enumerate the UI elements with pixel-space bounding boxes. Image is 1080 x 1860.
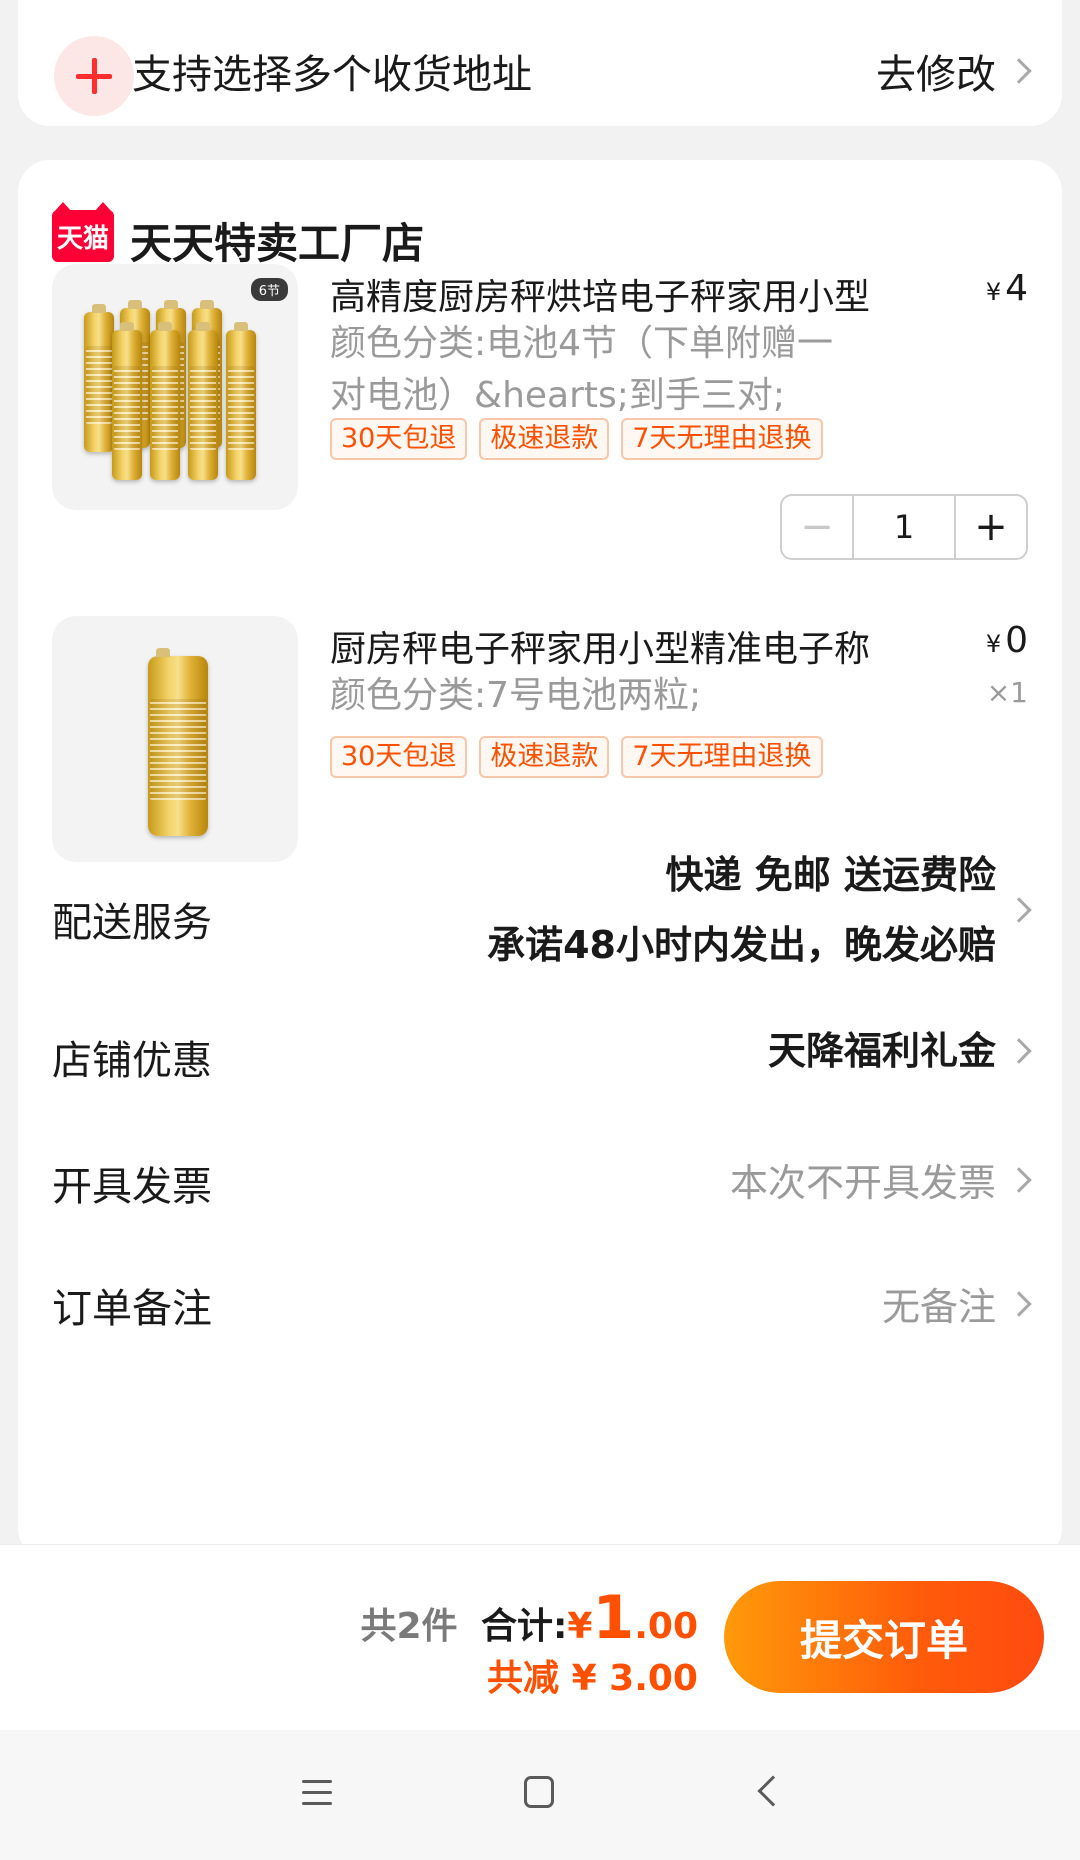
badge-fast-refund: 极速退款 (479, 736, 610, 778)
total-integer: 1 (592, 1583, 635, 1653)
order-summary-bar: 共2件 合计:¥1.00 共减 ¥ 3.00 提交订单 (0, 1544, 1080, 1730)
menu-icon[interactable] (302, 1780, 332, 1806)
product-image-2[interactable] (52, 616, 298, 862)
increase-quantity-button[interactable]: + (954, 496, 1026, 558)
pack-count-tag: 6节 (250, 278, 288, 301)
product-spec-2[interactable]: 颜色分类:7号电池两粒; (330, 670, 850, 722)
home-square-icon[interactable] (524, 1776, 554, 1808)
price-value: 0 (1005, 620, 1028, 661)
edit-address-link[interactable]: 去修改 (876, 42, 1032, 100)
delivery-promise: 承诺48小时内发出，晚发必赔 (487, 923, 996, 967)
back-arrow-icon[interactable] (757, 1775, 789, 1807)
badge-fast-refund: 极速退款 (479, 418, 610, 460)
delivery-options: 快递 免邮 送运费险 (665, 853, 996, 897)
badge-7-day-return: 7天无理由退换 (621, 418, 823, 460)
quantity-value[interactable]: 1 (854, 496, 954, 558)
product-price-1: ¥4 (986, 268, 1028, 309)
submit-order-button[interactable]: 提交订单 (724, 1581, 1044, 1693)
product-price-2: ¥0 (986, 620, 1028, 661)
tmall-logo: 天猫 (52, 202, 114, 262)
currency-symbol: ¥ (985, 630, 1002, 658)
total-label: 合计: (481, 1606, 568, 1647)
currency-symbol: ¥ (985, 278, 1002, 306)
service-badges-2: 30天包退 极速退款 7天无理由退换 (330, 736, 823, 778)
multi-address-text: 支持选择多个收货地址 (132, 52, 532, 98)
order-remark-label: 订单备注 (52, 1286, 212, 1332)
battery-graphic (150, 322, 180, 480)
total-decimal: .00 (634, 1606, 698, 1647)
shop-discount-value: 天降福利礼金 (767, 1029, 996, 1073)
chevron-right-icon (1006, 1038, 1032, 1064)
badge-30-day-return: 30天包退 (330, 418, 468, 460)
total-line: 共2件 合计:¥1.00 (360, 1583, 698, 1653)
item-count: 共2件 (360, 1606, 458, 1647)
edit-address-label: 去修改 (876, 52, 996, 98)
order-remark-row[interactable]: 无备注 (881, 1276, 1032, 1331)
invoice-row[interactable]: 本次不开具发票 (729, 1152, 1032, 1207)
product-quantity-2: ×1 (986, 676, 1028, 709)
system-navigation-bar (0, 1730, 1080, 1860)
service-badges-1: 30天包退 极速退款 7天无理由退换 (330, 418, 823, 460)
product-title-1[interactable]: 高精度厨房秤烘培电子秤家用小型 (330, 268, 870, 320)
badge-30-day-return: 30天包退 (330, 736, 468, 778)
chevron-right-icon (1006, 58, 1032, 84)
total-currency: ¥ (567, 1606, 593, 1647)
delivery-row[interactable]: 快递 免邮 送运费险 承诺48小时内发出，晚发必赔 (487, 840, 1032, 980)
battery-graphic (188, 322, 218, 480)
order-remark-value: 无备注 (881, 1285, 996, 1329)
total-amount: ¥1.00 (567, 1583, 698, 1653)
battery-graphic (112, 322, 142, 480)
battery-graphic (226, 322, 256, 480)
chevron-right-icon (1006, 897, 1032, 923)
battery-graphic (84, 304, 114, 452)
price-value: 4 (1005, 268, 1028, 309)
delivery-label: 配送服务 (52, 900, 212, 946)
shop-card: 天猫 天天特卖工厂店 6节 高精度厨房秤烘培电子秤家用小型 ¥4 颜色分类:电池… (18, 160, 1062, 1560)
decrease-quantity-button[interactable]: − (782, 496, 854, 558)
chevron-right-icon (1006, 1166, 1032, 1193)
battery-graphic (148, 648, 208, 836)
product-title-2[interactable]: 厨房秤电子秤家用小型精准电子称 (330, 620, 870, 672)
shop-discount-row[interactable]: 天降福利礼金 (767, 1016, 1032, 1086)
product-spec-1[interactable]: 颜色分类:电池4节（下单附赠一对电池）&hearts;到手三对; (330, 318, 850, 422)
quantity-stepper: − 1 + (780, 494, 1028, 560)
badge-7-day-return: 7天无理由退换 (621, 736, 823, 778)
invoice-label: 开具发票 (52, 1164, 212, 1210)
savings-text: 共减 ¥ 3.00 (487, 1658, 698, 1699)
product-image-1[interactable]: 6节 (52, 264, 298, 510)
chevron-right-icon (1006, 1290, 1032, 1317)
address-card[interactable]: 支持选择多个收货地址 去修改 (18, 0, 1062, 126)
plus-circle-icon (54, 36, 134, 116)
invoice-value: 本次不开具发票 (729, 1161, 996, 1205)
shop-discount-label: 店铺优惠 (52, 1038, 212, 1084)
shop-name[interactable]: 天天特卖工厂店 (130, 210, 424, 271)
delivery-value: 快递 免邮 送运费险 承诺48小时内发出，晚发必赔 (487, 840, 996, 980)
